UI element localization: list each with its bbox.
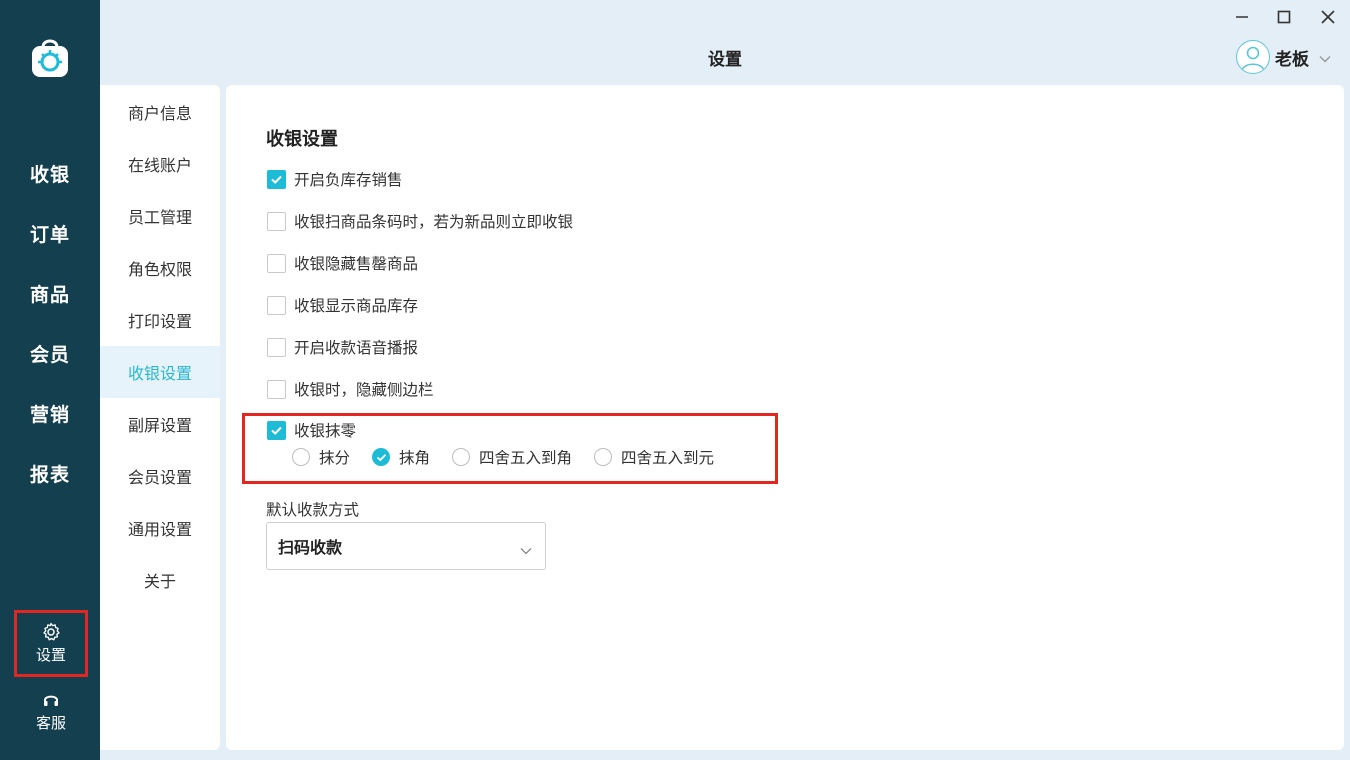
radio-option-round-jiao[interactable]: 四舍五入到角: [452, 446, 572, 468]
option-label: 开启负库存销售: [294, 171, 403, 189]
checkbox[interactable]: [267, 253, 286, 273]
radio-icon[interactable]: [292, 448, 310, 466]
chevron-down-icon: [520, 540, 532, 559]
submenu-item-roles[interactable]: 角色权限: [100, 242, 220, 294]
option-show-stock[interactable]: 收银显示商品库存: [267, 295, 418, 315]
checkbox[interactable]: [267, 211, 286, 231]
user-menu[interactable]: 老板: [1236, 40, 1331, 74]
maximize-icon[interactable]: [1272, 6, 1296, 28]
radio-label: 抹分: [319, 449, 351, 467]
option-hide-sold-out[interactable]: 收银隐藏售罄商品: [267, 253, 418, 273]
submenu-item-print[interactable]: 打印设置: [100, 294, 220, 346]
select-value: 扫码收款: [278, 538, 343, 557]
option-label: 收银显示商品库存: [294, 297, 419, 315]
checkbox[interactable]: [267, 295, 286, 315]
nav-item-customer-service[interactable]: 客服: [14, 686, 88, 736]
option-label: 收银时，隐藏侧边栏: [294, 381, 434, 399]
default-payment-label: 默认收款方式: [266, 501, 360, 519]
close-icon[interactable]: [1316, 6, 1340, 28]
checkbox-checked-icon[interactable]: [267, 420, 286, 440]
minimize-icon[interactable]: [1230, 6, 1254, 28]
page-title: 设置: [708, 50, 742, 70]
radio-option-jiao[interactable]: 抹角: [372, 446, 430, 468]
checkbox[interactable]: [267, 379, 286, 399]
nav-settings-label: 设置: [35, 646, 66, 664]
radio-icon[interactable]: [594, 448, 613, 466]
radio-option-round-yuan[interactable]: 四舍五入到元: [594, 446, 714, 468]
nav-service-label: 客服: [35, 713, 66, 732]
nav-item-reports[interactable]: 报表: [0, 453, 100, 493]
radio-icon[interactable]: [452, 448, 471, 466]
user-name: 老板: [1275, 49, 1309, 70]
chevron-down-icon: [1319, 48, 1331, 67]
app-logo-icon: [29, 35, 71, 79]
option-scan-new-item[interactable]: 收银扫商品条码时，若为新品则立即收银: [267, 211, 573, 231]
option-label: 收银扫商品条码时，若为新品则立即收银: [294, 213, 574, 231]
radio-label: 四舍五入到角: [479, 449, 573, 467]
avatar: [1236, 40, 1270, 74]
option-label: 收银抹零: [294, 422, 357, 440]
nav-item-cashier[interactable]: 收银: [0, 153, 100, 193]
submenu-item-member[interactable]: 会员设置: [100, 450, 220, 502]
rounding-radio-group: 抹分 抹角 四舍五入到角 四舍五入到元: [292, 446, 736, 468]
radio-label: 四舍五入到元: [621, 449, 715, 467]
main-sidebar: 收银 订单 商品 会员 营销 报表 设置 客服: [0, 0, 100, 760]
option-hide-sidebar[interactable]: 收银时，隐藏侧边栏: [267, 379, 434, 399]
checkbox-checked-icon[interactable]: [267, 169, 286, 189]
checkbox[interactable]: [267, 337, 286, 357]
radio-label: 抹角: [399, 449, 431, 467]
nav-item-members[interactable]: 会员: [0, 333, 100, 373]
option-label: 收银隐藏售罄商品: [294, 255, 419, 273]
option-voice-broadcast[interactable]: 开启收款语音播报: [267, 337, 418, 357]
option-negative-stock[interactable]: 开启负库存销售: [267, 169, 403, 189]
default-payment-select[interactable]: 扫码收款: [266, 522, 546, 570]
settings-submenu: 商户信息 在线账户 员工管理 角色权限 打印设置 收银设置 副屏设置 会员设置 …: [100, 85, 220, 750]
gear-icon: [41, 622, 61, 642]
submenu-item-merchant-info[interactable]: 商户信息: [100, 86, 220, 138]
nav-item-orders[interactable]: 订单: [0, 213, 100, 253]
nav-item-products[interactable]: 商品: [0, 273, 100, 313]
settings-panel: 收银设置 开启负库存销售 收银扫商品条码时，若为新品则立即收银 收银隐藏售罄商品…: [226, 85, 1344, 750]
submenu-item-cashier[interactable]: 收银设置: [100, 346, 220, 398]
radio-option-fen[interactable]: 抹分: [292, 446, 350, 468]
section-title: 收银设置: [266, 129, 338, 150]
radio-checked-icon[interactable]: [372, 448, 391, 466]
submenu-item-online-account[interactable]: 在线账户: [100, 138, 220, 190]
option-label: 开启收款语音播报: [294, 339, 419, 357]
submenu-item-general[interactable]: 通用设置: [100, 502, 220, 554]
submenu-item-staff[interactable]: 员工管理: [100, 190, 220, 242]
nav-item-marketing[interactable]: 营销: [0, 393, 100, 433]
submenu-item-about[interactable]: 关于: [100, 554, 220, 606]
submenu-item-second-screen[interactable]: 副屏设置: [100, 398, 220, 450]
nav-item-settings[interactable]: 设置: [14, 610, 88, 677]
headset-icon: [42, 690, 60, 710]
option-round-off[interactable]: 收银抹零: [267, 420, 356, 440]
